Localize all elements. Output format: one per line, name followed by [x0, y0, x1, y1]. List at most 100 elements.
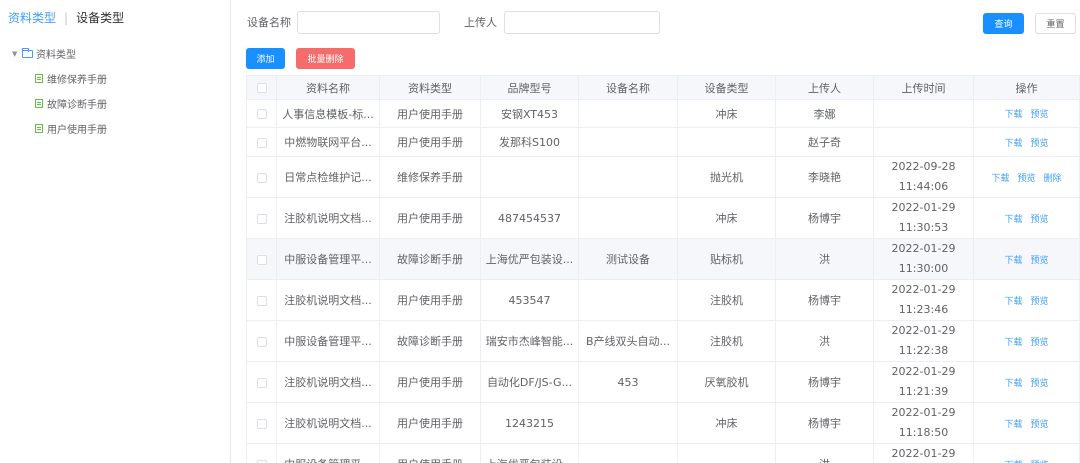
- row-checkbox[interactable]: [256, 254, 267, 265]
- table-row[interactable]: 注胶机说明文档... 用户使用手册 自动化DF/JS-G... 453 厌氧胶机 杨博宇 2…: [246, 361, 1080, 403]
- row-select-cell[interactable]: [246, 156, 277, 198]
- cell-upload-time: 2022-09-28 11:44:06: [873, 156, 974, 198]
- tab-separator: |: [64, 10, 69, 25]
- row-select-cell[interactable]: [246, 99, 277, 128]
- batch-delete-button[interactable]: 批量删除: [296, 48, 355, 69]
- cell-device-type: 注胶机: [677, 279, 776, 321]
- row-checkbox[interactable]: [256, 172, 267, 183]
- tab-device-type[interactable]: 设备类型: [76, 9, 124, 26]
- row-checkbox[interactable]: [256, 213, 267, 224]
- cell-device-type: 注胶机: [677, 320, 776, 362]
- cell-material-name: 中燃物联网平台...: [276, 127, 380, 157]
- table-row[interactable]: 注胶机说明文档... 用户使用手册 1243215 冲床 杨博宇 2022-01-29 1…: [246, 402, 1080, 444]
- cell-device-name: [578, 197, 678, 239]
- row-select-cell[interactable]: [246, 402, 277, 444]
- cell-material-type: 用户使用手册: [379, 443, 481, 463]
- app: 资料类型 | 设备类型 ▼ 资料类型 维修保养手册 故障诊断手册 用户使用手册: [0, 0, 1080, 463]
- cell-upload-time: 2022-01-29 10:54:23: [873, 443, 974, 463]
- cell-material-type: 故障诊断手册: [379, 320, 481, 362]
- download-link[interactable]: 下载: [1004, 420, 1022, 430]
- table-row[interactable]: 日常点检维护记... 维修保养手册 抛光机 李晓艳 2022-09-28 11:44:0…: [246, 156, 1080, 198]
- tab-material-type[interactable]: 资料类型: [8, 9, 56, 26]
- table-row[interactable]: 注胶机说明文档... 用户使用手册 453547 注胶机 杨博宇 2022-01-29 1…: [246, 279, 1080, 321]
- sidebar: 资料类型 | 设备类型 ▼ 资料类型 维修保养手册 故障诊断手册 用户使用手册: [0, 0, 231, 463]
- query-button[interactable]: 查询: [983, 13, 1024, 34]
- device-name-input[interactable]: [297, 11, 440, 34]
- folder-icon: [22, 47, 33, 58]
- cell-upload-time: 2022-01-29 11:21:39: [873, 361, 974, 403]
- download-link[interactable]: 下载: [1004, 379, 1022, 389]
- cell-actions: 下载预览: [973, 99, 1080, 128]
- tree-item-diagnosis[interactable]: 故障诊断手册: [0, 91, 231, 116]
- row-checkbox[interactable]: [256, 459, 267, 463]
- table-row[interactable]: 中服设备管理平...用户使用手册上海优严包装设... 洪2022-01-29 10…: [246, 443, 1080, 463]
- row-select-cell[interactable]: [246, 238, 277, 280]
- cell-upload-time: [873, 127, 974, 157]
- preview-link[interactable]: 预览: [1031, 420, 1049, 430]
- cell-uploader: 洪: [775, 320, 874, 362]
- cell-device-type: 冲床: [677, 197, 776, 239]
- download-link[interactable]: 下载: [1004, 139, 1022, 149]
- row-checkbox[interactable]: [256, 137, 267, 148]
- table-row[interactable]: 中服设备管理平... 故障诊断手册 上海优严包装设... 测试设备 贴标机洪 2022-0…: [246, 238, 1080, 280]
- cell-material-type: 用户使用手册: [379, 127, 481, 157]
- row-select-cell[interactable]: [246, 127, 277, 157]
- table-row[interactable]: 人事信息模板-标... 用户使用手册 安钢XT453 冲床 李娜 下载 预览: [246, 99, 1080, 128]
- preview-link[interactable]: 预览: [1031, 139, 1049, 149]
- reset-button[interactable]: 重置: [1035, 13, 1076, 34]
- add-button[interactable]: 添加: [246, 48, 285, 69]
- tree-item-user-manual[interactable]: 用户使用手册: [0, 116, 231, 141]
- cell-device-name: [578, 127, 678, 157]
- cell-material-name: 注胶机说明文档...: [276, 279, 380, 321]
- preview-link[interactable]: 预览: [1031, 379, 1049, 389]
- download-link[interactable]: 下载: [1004, 110, 1022, 120]
- row-select-cell[interactable]: [246, 279, 277, 321]
- caret-down-icon[interactable]: ▼: [12, 50, 22, 58]
- row-checkbox[interactable]: [256, 109, 267, 119]
- download-link[interactable]: 下载: [1004, 338, 1022, 348]
- cell-upload-time: 2022-01-29 11:30:53: [873, 197, 974, 239]
- select-all-cell[interactable]: [246, 75, 277, 100]
- table-row[interactable]: 中服设备管理平... 故障诊断手册 瑞安市杰峰智能... B产线双头自动... 注胶机洪…: [246, 320, 1080, 362]
- delete-link[interactable]: 删除: [1044, 174, 1062, 184]
- row-select-cell[interactable]: [246, 320, 277, 362]
- row-checkbox[interactable]: [256, 336, 267, 347]
- download-link[interactable]: 下载: [991, 174, 1009, 184]
- cell-material-type: 用户使用手册: [379, 402, 481, 444]
- preview-link[interactable]: 预览: [1031, 110, 1049, 120]
- row-checkbox[interactable]: [256, 418, 267, 429]
- col-header: 设备名称: [578, 75, 678, 100]
- download-link[interactable]: 下载: [1004, 297, 1022, 307]
- col-header: 品牌型号: [480, 75, 579, 100]
- preview-link[interactable]: 预览: [1031, 297, 1049, 307]
- select-all-checkbox[interactable]: [256, 83, 267, 93]
- device-name-label: 设备名称: [247, 16, 291, 29]
- tree-item-maintenance[interactable]: 维修保养手册: [0, 66, 231, 91]
- document-icon: [35, 74, 43, 83]
- row-select-cell[interactable]: [246, 443, 277, 463]
- uploader-input[interactable]: [504, 11, 660, 34]
- col-header: 操作: [973, 75, 1080, 100]
- cell-brand-model: 发那科S100: [480, 127, 579, 157]
- preview-link[interactable]: 预览: [1017, 174, 1035, 184]
- cell-actions: 下载预览: [973, 127, 1080, 157]
- preview-link[interactable]: 预览: [1031, 338, 1049, 348]
- cell-uploader: 赵子奇: [775, 127, 874, 157]
- row-checkbox[interactable]: [256, 377, 267, 388]
- cell-device-name: [578, 156, 678, 198]
- row-select-cell[interactable]: [246, 197, 277, 239]
- cell-brand-model: 自动化DF/JS-G...: [480, 361, 579, 403]
- cell-material-name: 注胶机说明文档...: [276, 197, 380, 239]
- tree-root[interactable]: ▼ 资料类型: [0, 41, 231, 66]
- preview-link[interactable]: 预览: [1031, 256, 1049, 266]
- row-select-cell[interactable]: [246, 361, 277, 403]
- cell-device-type: [677, 127, 776, 157]
- download-link[interactable]: 下载: [1004, 256, 1022, 266]
- row-checkbox[interactable]: [256, 295, 267, 306]
- table-row[interactable]: 注胶机说明文档... 用户使用手册 487454537 冲床 杨博宇 2022-01-29…: [246, 197, 1080, 239]
- tree-item-label: 维修保养手册: [47, 75, 107, 86]
- cell-material-name: 注胶机说明文档...: [276, 361, 380, 403]
- download-link[interactable]: 下载: [1004, 215, 1022, 225]
- preview-link[interactable]: 预览: [1031, 215, 1049, 225]
- table-row[interactable]: 中燃物联网平台... 用户使用手册 发那科S100 赵子奇 下载 预览: [246, 127, 1080, 157]
